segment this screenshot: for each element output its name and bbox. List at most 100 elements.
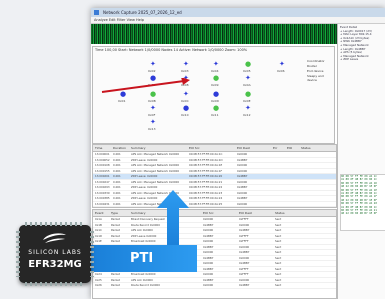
- network-node-label: 0x0D: [211, 99, 219, 103]
- column-header[interactable]: Summary: [129, 145, 187, 151]
- table-cell: 0.001: [113, 201, 121, 206]
- table-cell: [285, 185, 299, 190]
- event-detail-panel[interactable]: Event Detail + Length: 0x0017 (23) + MAC L…: [337, 24, 385, 299]
- table-cell: 13.000108: [95, 163, 110, 167]
- column-header[interactable]: EUI Src: [201, 210, 237, 216]
- column-header[interactable]: EUI Dest: [235, 145, 271, 151]
- legend-sleepy-end-device: Sleepy end device: [307, 74, 324, 82]
- column-header[interactable]: Err: [271, 145, 285, 151]
- column-header[interactable]: EUI Dest: [237, 210, 273, 216]
- table-row[interactable]: 0x26 Packet Route Record 0x0000 0x0000 0x4BB…: [93, 283, 336, 289]
- table-cell: [299, 169, 323, 174]
- table-cell: APS Ack 0x0000: [131, 277, 153, 282]
- network-node-2[interactable]: ✦: [150, 61, 156, 68]
- table-cell: [285, 152, 299, 157]
- network-node-9[interactable]: ●: [213, 75, 219, 82]
- table-cell: [271, 174, 285, 179]
- table-cell: Sent: [275, 217, 282, 221]
- column-header[interactable]: Status: [273, 210, 295, 216]
- table-cell: ZDP Leave: 0x0000: [131, 174, 158, 178]
- column-header[interactable]: Status: [299, 145, 323, 151]
- table-cell: 0x1C: [95, 228, 102, 232]
- table-cell: 0x4BB7: [237, 157, 248, 162]
- table-cell: 0x4BB7: [239, 283, 250, 287]
- table-cell: 0x0000: [203, 283, 214, 287]
- table-cell: 0.001: [113, 174, 121, 178]
- window-title: Network Capture 2025_07_2026_12_ed: [103, 10, 182, 15]
- network-node-label: 0x11: [211, 113, 219, 117]
- hex-line: 48 22 00 00 4B B7 1E 0F: [341, 212, 377, 216]
- network-node-10[interactable]: ✦: [245, 75, 251, 82]
- table-cell: 0x1E: [95, 239, 102, 243]
- table-cell: 0.001: [113, 163, 121, 167]
- column-header[interactable]: Duration: [111, 145, 129, 151]
- network-node-label: 0x05: [243, 69, 251, 73]
- network-node-4[interactable]: ✦: [213, 61, 219, 68]
- menu-bar[interactable]: Analyze Edit Filter View Help: [91, 17, 385, 24]
- table-cell: 0x4BB7: [203, 266, 214, 271]
- network-node-6[interactable]: ✦: [279, 61, 285, 68]
- table-cell: Sent: [275, 277, 282, 282]
- network-node-3[interactable]: ✦: [183, 61, 189, 68]
- column-header[interactable]: Time: [93, 145, 111, 151]
- table-cell: [271, 202, 285, 207]
- table-cell: Packet: [111, 233, 120, 238]
- table-cell: 0.001: [113, 152, 121, 156]
- table-cell: [271, 169, 285, 174]
- table-cell: [299, 207, 323, 208]
- table-cell: 0x0000: [239, 222, 250, 227]
- network-node-label: 0x03: [181, 69, 189, 73]
- table-cell: 0x1B: [95, 222, 102, 227]
- table-cell: Sent: [275, 244, 282, 249]
- table-cell: 0x0000: [237, 168, 248, 173]
- events-table-body: 13.000001 0.001 APS Ack: Managed Network 0…: [93, 152, 336, 208]
- column-header[interactable]: EUI Src: [187, 145, 235, 151]
- table-cell: 13.000339: [95, 190, 110, 195]
- network-node-19[interactable]: ✦: [150, 119, 156, 126]
- table-cell: 0x0000: [237, 190, 248, 195]
- network-node-13[interactable]: ●: [213, 91, 219, 98]
- table-cell: Route Record 0x0000: [131, 283, 160, 287]
- table-cell: 0x0000: [239, 277, 250, 282]
- network-legend: Coordinator Router End device Sleepy end…: [307, 59, 334, 82]
- network-node-label: 0x09: [211, 83, 219, 87]
- network-node-5[interactable]: ●: [245, 61, 251, 68]
- silicon-labs-logo-icon: [43, 233, 66, 243]
- table-cell: 00:0B:57:FF:FE:00:2A:1F: [189, 168, 223, 173]
- table-cell: 0x4BB7: [203, 244, 214, 249]
- chip-pins-bottom: [25, 282, 85, 286]
- table-cell: [271, 180, 285, 185]
- network-node-17[interactable]: ●: [213, 105, 219, 112]
- table-cell: [299, 180, 323, 185]
- network-node-18[interactable]: ✦: [245, 105, 251, 112]
- network-map[interactable]: Time 100,00 Start: Network 1/0/0000 Node…: [92, 46, 335, 144]
- tree-node[interactable]: + ZDP Leave: [340, 58, 384, 62]
- table-cell: 0x4BB7: [203, 255, 214, 260]
- table-cell: 0x0000: [239, 244, 250, 249]
- column-header[interactable]: Type: [109, 210, 129, 216]
- table-cell: 0x0000: [203, 217, 214, 221]
- table-cell: 13.000247: [95, 179, 110, 184]
- column-header[interactable]: Event: [93, 210, 109, 216]
- table-cell: [299, 185, 323, 190]
- table-cell: Sent: [275, 228, 282, 232]
- network-node-label: 0x10: [181, 113, 189, 117]
- chip-brand: SILICON LABS: [28, 249, 82, 256]
- network-node-14[interactable]: ●: [245, 91, 251, 98]
- table-cell: 0.001: [113, 185, 121, 189]
- table-cell: [299, 158, 323, 163]
- network-node-label: 0x13: [148, 127, 156, 131]
- app-icon: [94, 10, 99, 15]
- table-row[interactable]: 13.0004770.001ZDP Leave: 0x000000:0B:57:…: [93, 207, 336, 208]
- events-table[interactable]: Time Duration Summary EUI Src EUI Dest Err EIO…: [92, 144, 337, 208]
- table-cell: 0x0000: [237, 152, 248, 156]
- column-header[interactable]: EIO: [285, 145, 299, 151]
- packet-activity-bar: [91, 24, 337, 44]
- table-cell: [285, 169, 299, 174]
- table-cell: 0x4BB7: [237, 174, 248, 178]
- event-detail-tree[interactable]: Event Detail + Length: 0x0017 (23) + MAC L…: [338, 24, 385, 64]
- table-cell: 00:0B:57:FF:FE:00:2A:1C: [189, 152, 223, 156]
- table-cell: 0xFFFF: [239, 233, 249, 238]
- table-cell: 0x4BB7: [235, 207, 271, 208]
- table-cell: 13.000293: [95, 185, 110, 189]
